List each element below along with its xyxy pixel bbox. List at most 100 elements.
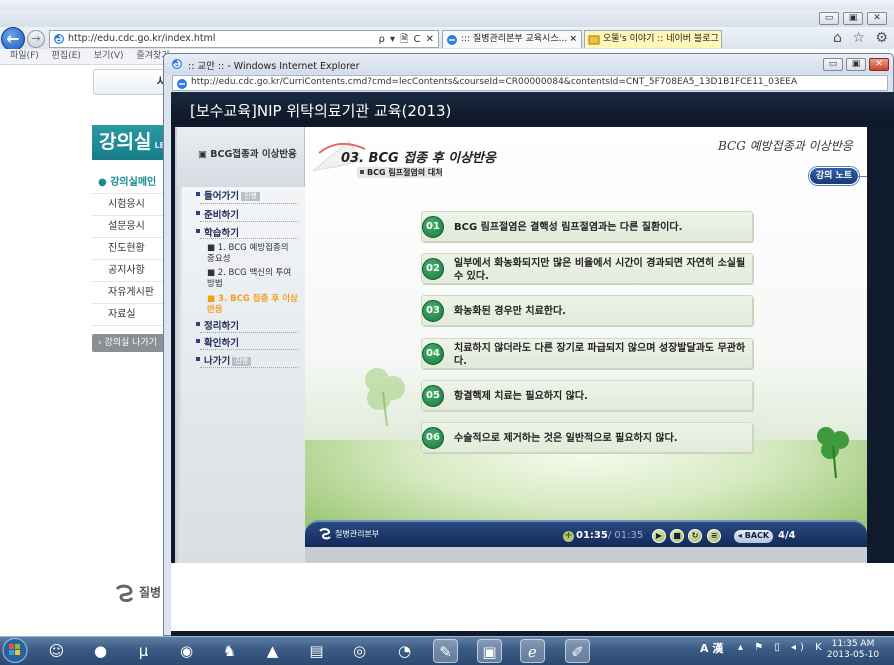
- nav-item-label: 확인하기: [204, 338, 239, 349]
- notepad-app-icon[interactable]: ✐: [565, 639, 590, 663]
- side-item-board[interactable]: 자유게시판: [92, 282, 172, 304]
- menu-button[interactable]: ≡: [707, 529, 721, 543]
- side-item-notice[interactable]: 공지사항: [92, 260, 172, 282]
- lecture-room-title: 강의실 LE: [92, 125, 172, 160]
- paint-app-icon[interactable]: ▲: [260, 639, 285, 663]
- tab-close-icon[interactable]: ×: [569, 31, 577, 48]
- nav-sub-label: 1. BCG 예방접종의 중요성: [207, 243, 289, 264]
- nav-sub-item-3-current[interactable]: ■ 3. BCG 접종 후 이상반응: [207, 294, 299, 316]
- nav-item-label: 준비하기: [204, 210, 239, 221]
- course-nav-tab[interactable]: ▣ BCG접종과 이상반응: [177, 127, 305, 187]
- point-text: 화농화된 경우만 치료한다.: [454, 306, 566, 317]
- point-item: 02 일부에서 화농화되지만 많은 비율에서 시간이 경과되면 자연히 소실될 …: [421, 253, 753, 284]
- nav-divider: [200, 203, 298, 204]
- side-item-archive[interactable]: 자료실: [92, 304, 172, 326]
- popup-address-url: http://edu.cdc.go.kr/CurriContents.cmd?c…: [191, 77, 798, 87]
- clock[interactable]: 11:35 AM 2013-05-10: [822, 639, 884, 661]
- ime-indicator[interactable]: A 漢: [700, 640, 723, 656]
- nav-sub-item-2[interactable]: ■ 2. BCG 백신의 투여방법: [207, 268, 299, 290]
- section-subtitle: BCG 림프절염의 대처: [357, 167, 443, 178]
- forward-arrow-icon[interactable]: →: [27, 30, 45, 48]
- exit-lecture-room-button[interactable]: › 강의실 나가기: [92, 334, 172, 352]
- nav-item-intro[interactable]: 들어가기 진행: [196, 188, 260, 202]
- maximize-button[interactable]: ▣: [843, 12, 863, 25]
- lecture-room-label: 강의실: [99, 131, 152, 153]
- stage-bottom: [305, 547, 867, 563]
- nav-divider: [200, 367, 298, 368]
- nav-item-label: 들어가기: [204, 191, 239, 202]
- point-text: 수술적으로 제거하는 것은 일반적으로 필요하지 않다.: [454, 433, 678, 444]
- lecture-note-button[interactable]: 강의 노트: [809, 167, 859, 185]
- utorrent-icon[interactable]: µ: [131, 639, 156, 663]
- tab-cdc-education[interactable]: ::: 질병관리본부 교육시스... ×: [442, 30, 582, 48]
- popup-empty-area: [171, 563, 894, 631]
- popup-address-bar[interactable]: http://edu.cdc.go.kr/CurriContents.cmd?c…: [172, 75, 888, 91]
- ie-window-icon: [172, 59, 182, 69]
- chrome-icon[interactable]: ◔: [392, 639, 417, 663]
- printer-icon[interactable]: ▤: [304, 639, 329, 663]
- address-url: http://edu.cdc.go.kr/index.html: [68, 33, 216, 44]
- course-nav-tab-label: ▣ BCG접종과 이상반응: [198, 149, 297, 160]
- point-text: 항결핵제 치료는 필요하지 않다.: [454, 391, 588, 402]
- clock-time: 11:35 AM: [831, 639, 875, 649]
- play-button[interactable]: ▶: [652, 529, 666, 543]
- menu-bar: 파일(F) 편집(E) 보기(V) 즐겨찾기: [0, 49, 170, 65]
- nav-sub-item-1[interactable]: ■ 1. BCG 예방접종의 중요성: [207, 243, 299, 265]
- current-time: 01:35: [576, 530, 608, 541]
- point-text: 치료하지 않더라도 다른 장기로 파급되지 않으며 성장발달과도 무관하다.: [454, 342, 746, 367]
- media-player-icon[interactable]: ◉: [174, 639, 199, 663]
- menu-view[interactable]: 보기(V): [94, 51, 124, 61]
- back-label: BACK: [744, 531, 770, 540]
- side-item-survey[interactable]: 설문응시: [92, 216, 172, 238]
- nav-item-prepare[interactable]: 준비하기: [196, 207, 239, 221]
- close-button[interactable]: ✕: [867, 12, 887, 25]
- address-bar[interactable]: http://edu.cdc.go.kr/index.html ρ ▾ 🗎 C …: [49, 30, 439, 48]
- nav-item-exit[interactable]: 나가기 진행: [195, 353, 252, 367]
- disc-app-icon[interactable]: ◎: [347, 639, 372, 663]
- explorer-app-icon[interactable]: ▣: [477, 639, 502, 663]
- tab-naver-blog[interactable]: 오뚤's 이야기 :: 네이버 블로그: [584, 30, 722, 48]
- clover-decoration-icon: [365, 368, 405, 427]
- internet-explorer-icon[interactable]: ℯ: [520, 639, 545, 663]
- orange-app-icon[interactable]: ●: [88, 639, 113, 663]
- site-banner: 사: [93, 69, 173, 95]
- messenger-icon[interactable]: ☺: [44, 639, 69, 663]
- chess-app-icon[interactable]: ♞: [217, 639, 242, 663]
- menu-file[interactable]: 파일(F): [10, 51, 39, 61]
- nav-item-check[interactable]: 확인하기: [196, 335, 239, 349]
- minimize-button[interactable]: ▭: [819, 12, 839, 25]
- point-number: 02: [422, 258, 444, 280]
- popup-close-button[interactable]: ✕: [869, 58, 889, 71]
- windows-start-icon[interactable]: [1, 636, 29, 665]
- nav-item-learn[interactable]: 학습하기: [196, 225, 239, 239]
- nav-item-summary[interactable]: 정리하기: [196, 318, 239, 332]
- side-item-exam[interactable]: 시험응시: [92, 194, 172, 216]
- tray-icons[interactable]: ▴ ⚑ ▯ ◂) K: [738, 642, 826, 653]
- point-item: 01 BCG 림프절염은 결핵성 림프절염과는 다른 질환이다.: [421, 211, 753, 242]
- footer-logo: 질병: [113, 582, 161, 604]
- system-tray: A 漢 ▴ ⚑ ▯ ◂) K 11:35 AM 2013-05-10: [686, 638, 894, 664]
- point-number: 01: [422, 216, 444, 238]
- back-button[interactable]: ◂ BACK: [734, 530, 773, 543]
- replay-button[interactable]: ↻: [688, 529, 702, 543]
- clock-date: 2013-05-10: [826, 650, 880, 660]
- side-item-main[interactable]: ● 강의실메인: [92, 172, 172, 194]
- nav-divider: [200, 349, 298, 350]
- nav-sub-label: 2. BCG 백신의 투여방법: [207, 268, 292, 289]
- point-item: 06 수술적으로 제거하는 것은 일반적으로 필요하지 않다.: [421, 422, 753, 453]
- back-arrow-icon[interactable]: ←: [1, 27, 25, 51]
- menu-edit[interactable]: 편집(E): [52, 51, 81, 61]
- nav-item-label: 나가기: [204, 356, 231, 367]
- address-tools[interactable]: ρ ▾ 🗎 C ✕: [379, 32, 435, 49]
- home-favorites-tools-icons[interactable]: ⌂ ☆ ⚙: [833, 30, 891, 46]
- side-item-progress[interactable]: 진도현황: [92, 238, 172, 260]
- point-number: 06: [422, 427, 444, 449]
- stop-button[interactable]: ■: [670, 529, 684, 543]
- feather-app-icon[interactable]: ✎: [433, 639, 458, 663]
- tab-label: 오뚤's 이야기 :: 네이버 블로그: [603, 34, 719, 44]
- popup-maximize-button[interactable]: ▣: [846, 58, 866, 71]
- nav-item-label: 정리하기: [204, 321, 239, 332]
- popup-minimize-button[interactable]: ▭: [823, 58, 843, 71]
- lecture-side-menu: ● 강의실메인 시험응시 설문응시 진도현황 공지사항 자유게시판 자료실: [92, 172, 172, 326]
- total-time: / 01:35: [607, 530, 644, 541]
